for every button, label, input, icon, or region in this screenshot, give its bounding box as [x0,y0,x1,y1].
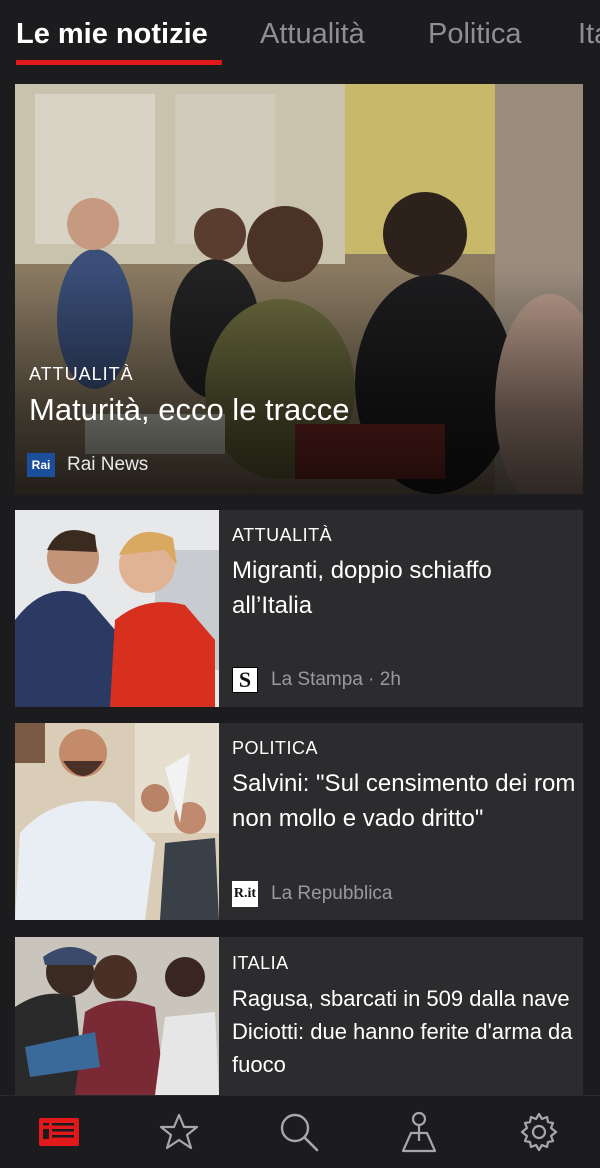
article-source: R.it La Repubblica [232,881,392,907]
la-repubblica-logo: R.it [232,881,258,907]
category-tab-bar: Le mie notizie Attualità Politica Ita [0,0,600,76]
article-thumbnail [15,510,219,707]
nav-search-button[interactable] [275,1108,323,1156]
featured-title: Maturità, ecco le tracce [29,392,350,427]
featured-source: Rai Rai News [27,452,148,478]
article-card[interactable]: ATTUALITÀ Migranti, doppio schiaffo all’… [15,510,583,707]
gear-icon [520,1112,558,1152]
search-icon [280,1113,319,1152]
nav-settings-button[interactable] [515,1108,563,1156]
map-pin-icon [401,1111,437,1153]
article-title: Migranti, doppio schiaffo all’Italia [232,557,492,619]
featured-article-card[interactable]: ATTUALITÀ Maturità, ecco le tracce Rai R… [15,84,583,494]
article-thumbnail [15,937,219,1095]
nav-local-button[interactable] [395,1108,443,1156]
article-source: S La Stampa · 2h [232,667,401,693]
article-source-name: La Repubblica [271,883,393,904]
featured-image-overlay [15,84,583,494]
article-source-name: La Stampa · 2h [271,669,401,690]
featured-category: ATTUALITÀ [29,364,134,384]
article-title: Salvini: "Sul censimento dei rom non mol… [232,770,576,832]
tab-le-mie-notizie[interactable]: Le mie notizie [16,14,208,54]
news-icon [39,1118,79,1146]
tab-italia[interactable]: Ita [578,14,600,54]
bottom-tab-bar [0,1095,600,1168]
nav-favorites-button[interactable] [155,1108,203,1156]
tab-attualita[interactable]: Attualità [260,14,365,54]
article-title: Ragusa, sbarcati in 509 dalla nave Dicio… [232,986,573,1077]
nav-news-button[interactable] [35,1108,83,1156]
tab-politica[interactable]: Politica [428,14,522,54]
article-thumbnail [15,723,219,920]
article-category: ITALIA [232,953,289,973]
featured-source-name: Rai News [67,454,149,475]
star-icon [159,1113,199,1150]
article-card[interactable]: POLITICA Salvini: "Sul censimento dei ro… [15,723,583,920]
article-category: POLITICA [232,738,319,758]
rai-logo: Rai [27,453,55,477]
article-category: ATTUALITÀ [232,525,333,545]
active-tab-indicator [16,60,222,65]
la-stampa-logo: S [232,667,258,693]
article-card[interactable]: ITALIA Ragusa, sbarcati in 509 dalla nav… [15,937,583,1095]
